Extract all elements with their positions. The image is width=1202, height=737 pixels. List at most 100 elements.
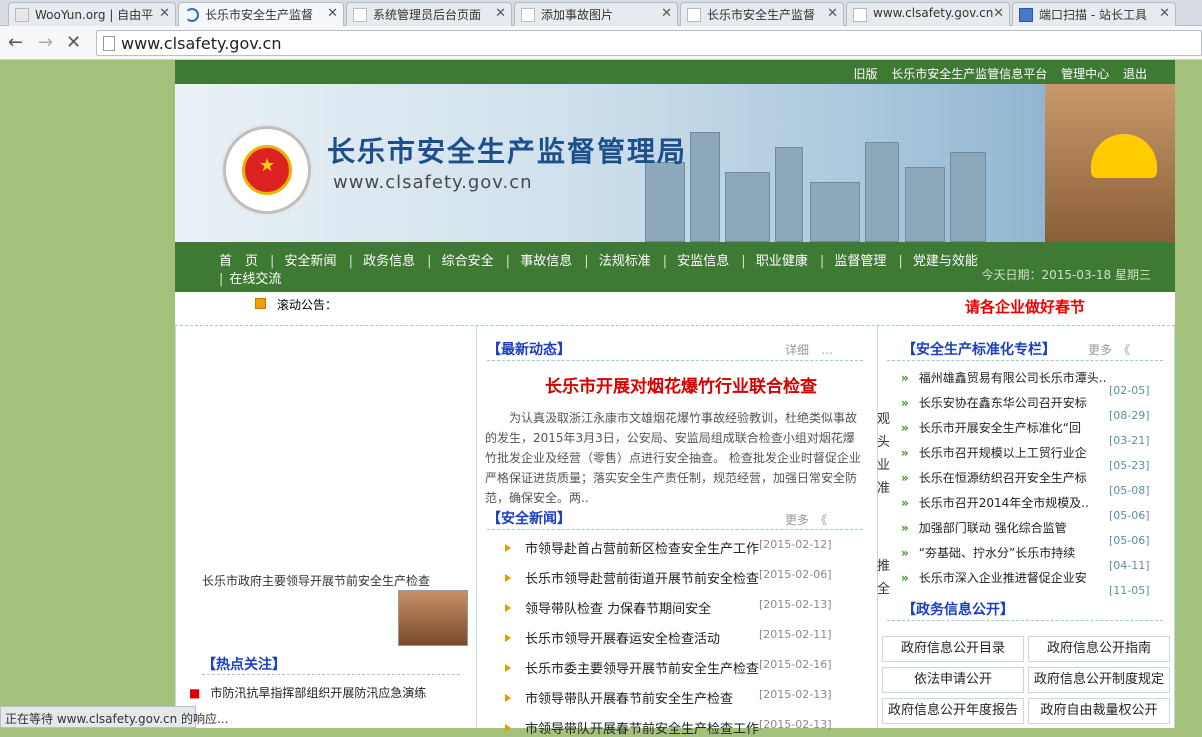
news-photo[interactable] [398, 590, 468, 646]
latest-more-link[interactable]: 详细 … [785, 341, 833, 358]
news-list-item[interactable]: 长乐市领导赴营前街道开展节前安全检查 [2015-02-06] [505, 568, 832, 587]
close-icon[interactable]: ✕ [327, 6, 338, 21]
safety-news-more-link[interactable]: 更多 《 [785, 511, 827, 528]
nav-gov-info[interactable]: 政务信息 [363, 254, 415, 269]
standard-list-item[interactable]: » 福州雄鑫贸易有限公司长乐市潭头.. [901, 369, 1106, 386]
news-list-item[interactable]: 长乐市领导开展春运安全检查活动 [2015-02-11] [505, 628, 832, 647]
building [725, 172, 770, 242]
overflow-chars: 推 全 [877, 559, 891, 597]
scroll-headline[interactable]: 请各企业做好春节 [965, 296, 1085, 317]
news-list-item[interactable]: 市领导带队开展春节前安全生产检查 [2015-02-13] [505, 688, 832, 707]
standard-list-item[interactable]: » 长乐安协在鑫东华公司召开安标 [901, 394, 1087, 411]
nav-accident-info[interactable]: 事故信息 [520, 254, 572, 269]
page-icon [853, 8, 867, 22]
divider [487, 529, 863, 530]
bullet-arrow-icon [505, 694, 511, 702]
double-arrow-icon: » [901, 521, 909, 535]
old-version-link[interactable]: 旧版 [853, 67, 877, 81]
admin-center-link[interactable]: 管理中心 [1061, 67, 1109, 81]
close-icon[interactable]: ✕ [993, 6, 1004, 21]
browser-tab[interactable]: WooYun.org | 自由平 ✕ [8, 2, 176, 26]
latest-headline[interactable]: 长乐市开展对烟花爆竹行业联合检查 [545, 372, 817, 397]
browser-tab[interactable]: 系统管理员后台页面 ✕ [346, 2, 512, 26]
url-input[interactable]: www.clsafety.gov.cn [96, 30, 1202, 56]
standard-list-item[interactable]: » 加强部门联动 强化综合监管 [901, 519, 1067, 536]
top-link-bar: 旧版 长乐市安全生产监管信息平台 管理中心 退出 [175, 60, 1175, 84]
close-icon[interactable]: ✕ [159, 6, 170, 21]
standard-list-item[interactable]: » 长乐市开展安全生产标准化“回 [901, 419, 1081, 436]
nav-supervision-info[interactable]: 安监信息 [677, 254, 729, 269]
browser-tab[interactable]: www.clsafety.gov.cn ✕ [846, 2, 1010, 26]
latest-body: 为认真汲取浙江永康市文雄烟花爆竹事故经验教训，杜绝类似事故的发生，2015年3月… [485, 411, 861, 505]
nav-party-building[interactable]: 党建与效能 [913, 254, 978, 269]
overflow-chars: 观 头 业 准 [877, 412, 891, 496]
double-arrow-icon: » [901, 471, 909, 485]
nav-supervision-mgmt[interactable]: 监督管理 [834, 254, 886, 269]
gov-info-title: 【政务信息公开】 [902, 602, 1014, 618]
back-arrow-icon[interactable]: ← [8, 32, 23, 53]
news-list-item[interactable]: 市领导赴首占营前新区检查安全生产工作 [2015-02-12] [505, 538, 832, 557]
double-arrow-icon: » [901, 371, 909, 385]
divider [487, 360, 863, 361]
page-icon [687, 8, 701, 22]
apply-disclosure-button[interactable]: 依法申请公开 [882, 667, 1024, 693]
standard-list-item[interactable]: » 长乐市召开2014年全市规模及.. [901, 494, 1089, 511]
building [645, 162, 685, 242]
main-nav: 首 页 | 安全新闻 | 政务信息 | 综合安全 | 事故信息 | 法规标准 | 安监信息 |… [175, 242, 1175, 292]
double-arrow-icon: » [901, 421, 909, 435]
bullet-arrow-icon [505, 604, 511, 612]
standard-list-item[interactable]: » 长乐市召开规模以上工贸行业企 [901, 444, 1087, 461]
standard-list-item[interactable]: » “夯基础、拧水分”长乐市持续 [901, 544, 1075, 561]
browser-tab[interactable]: 端口扫描 - 站长工具 ✕ [1012, 2, 1176, 26]
close-icon[interactable]: ✕ [495, 6, 506, 21]
disclosure-rules-button[interactable]: 政府信息公开制度规定 [1028, 667, 1170, 693]
nav-occupational-health[interactable]: 职业健康 [756, 254, 808, 269]
bullet-arrow-icon [505, 544, 511, 552]
discretion-button[interactable]: 政府自由裁量权公开 [1028, 698, 1170, 724]
browser-tab[interactable]: 添加事故图片 ✕ [514, 2, 678, 26]
standard-list-item[interactable]: » 长乐市深入企业推进督促企业安 [901, 569, 1087, 586]
gov-guide-button[interactable]: 政府信息公开指南 [1028, 636, 1170, 662]
double-arrow-icon: » [901, 546, 909, 560]
close-icon[interactable]: ✕ [661, 6, 672, 21]
list-item[interactable]: ■ 市防汛抗旱指挥部组织开展防汛应急演练 [189, 684, 426, 701]
standard-item-date: [03-21] [1109, 434, 1150, 447]
standard-item-date: [11-05] [1109, 584, 1150, 597]
building [865, 142, 899, 242]
nav-home[interactable]: 首 页 [219, 254, 258, 269]
standardization-more-link[interactable]: 更多 《 [1088, 341, 1130, 358]
photo-caption[interactable]: 长乐市政府主要领导开展节前安全生产检查 [202, 572, 430, 589]
browser-tab-active[interactable]: 长乐市安全生产监督 ✕ [178, 2, 344, 27]
close-icon[interactable]: ✕ [1159, 6, 1170, 21]
stop-icon[interactable]: ✕ [66, 32, 81, 53]
site-url: www.clsafety.gov.cn [333, 172, 533, 193]
double-arrow-icon: » [901, 496, 909, 510]
nav-online-chat[interactable]: 在线交流 [229, 272, 281, 287]
annual-report-button[interactable]: 政府信息公开年度报告 [882, 698, 1024, 724]
browser-tab[interactable]: 长乐市安全生产监督 ✕ [680, 2, 844, 26]
building [775, 147, 803, 242]
platform-link[interactable]: 长乐市安全生产监管信息平台 [891, 67, 1047, 81]
news-list-item[interactable]: 领导带队检查 力保春节期间安全 [2015-02-13] [505, 598, 832, 617]
close-icon[interactable]: ✕ [827, 6, 838, 21]
building [810, 182, 860, 242]
nav-safety-news[interactable]: 安全新闻 [285, 254, 337, 269]
standard-list-item[interactable]: » 长乐在恒源纺织召开安全生产标 [901, 469, 1087, 486]
nav-general-safety[interactable]: 综合安全 [442, 254, 494, 269]
forward-arrow-icon[interactable]: → [38, 32, 53, 53]
standard-item-date: [08-29] [1109, 409, 1150, 422]
double-arrow-icon: » [901, 571, 909, 585]
hot-focus-title: 【热点关注】 [202, 657, 286, 673]
nav-regulations[interactable]: 法规标准 [599, 254, 651, 269]
building [950, 152, 986, 242]
logout-link[interactable]: 退出 [1123, 67, 1147, 81]
left-column-border [175, 326, 176, 728]
notice-icon [255, 298, 266, 309]
standard-item-date: [05-06] [1109, 509, 1150, 522]
news-list-item[interactable]: 长乐市委主要领导开展节前安全生产检查 [2015-02-16] [505, 658, 832, 677]
web-page: 旧版 长乐市安全生产监管信息平台 管理中心 退出 ★ 长乐市安全生产监督管理局 … [175, 60, 1175, 737]
page-icon [103, 36, 115, 51]
standardization-title: 【安全生产标准化专栏】 [902, 342, 1056, 358]
gov-catalog-button[interactable]: 政府信息公开目录 [882, 636, 1024, 662]
loading-spinner-icon [185, 8, 199, 22]
